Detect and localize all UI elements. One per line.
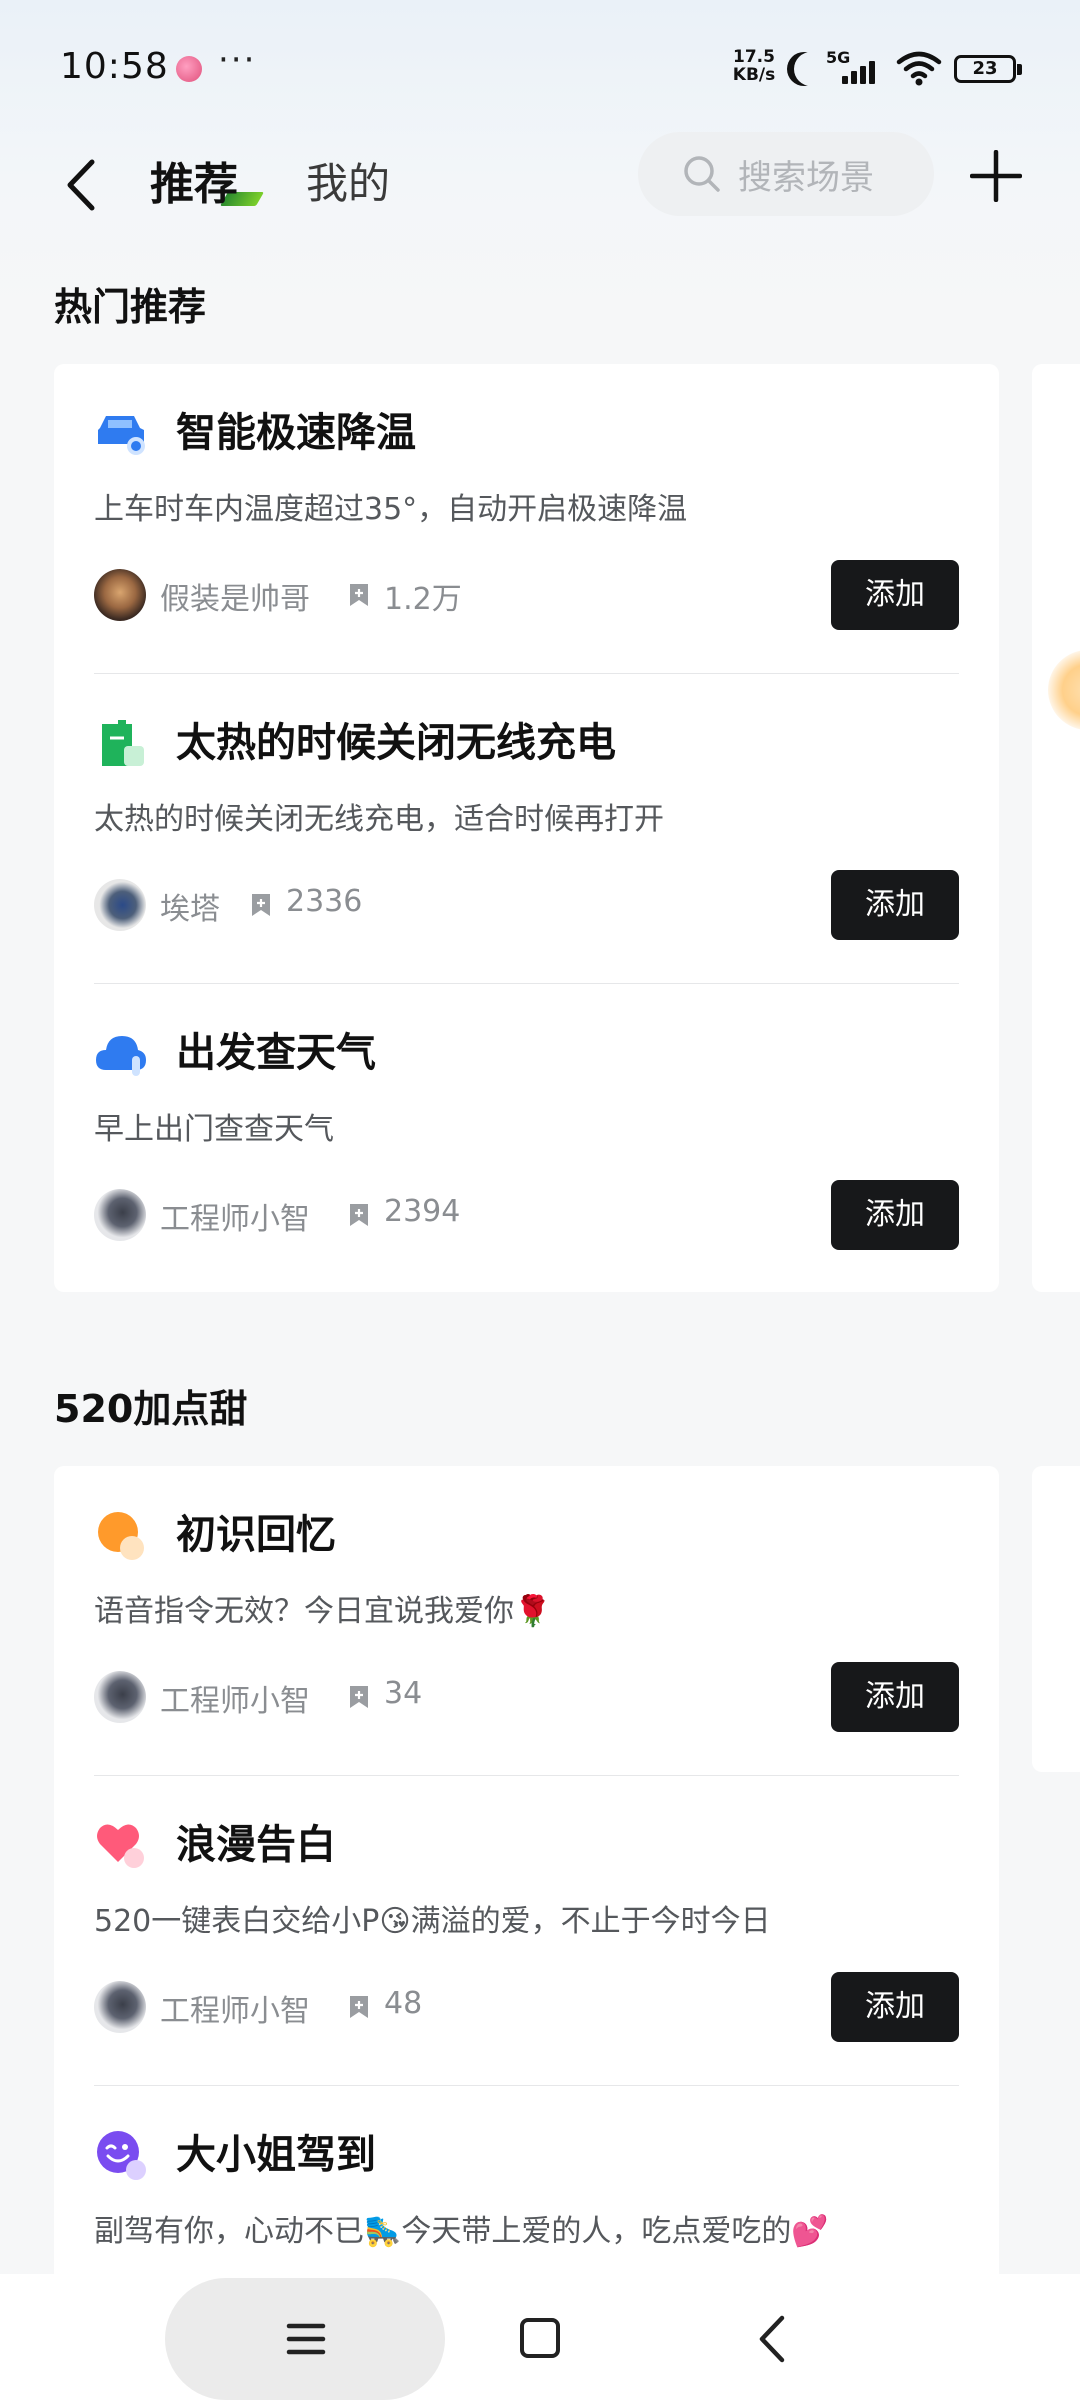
item-title: 大小姐驾到 bbox=[176, 2132, 376, 2178]
add-button[interactable]: 添加 bbox=[831, 1972, 959, 2042]
item-description: 语音指令无效？今日宜说我爱你🌹 bbox=[94, 1594, 552, 1629]
wifi-icon bbox=[896, 51, 942, 86]
item-title: 智能极速降温 bbox=[176, 410, 416, 456]
list-item[interactable]: 智能极速降温 上车时车内温度超过35°，自动开启极速降温 假装是帅哥 1.2万 … bbox=[94, 364, 959, 674]
system-back-icon[interactable] bbox=[756, 2314, 788, 2364]
item-title: 浪漫告白 bbox=[176, 1822, 336, 1868]
item-title: 初识回忆 bbox=[176, 1512, 336, 1558]
avatar bbox=[94, 879, 146, 931]
bookmark-icon bbox=[350, 1996, 368, 2018]
back-icon[interactable] bbox=[60, 156, 104, 214]
author-name: 工程师小智 bbox=[160, 1994, 310, 2029]
scene-card: 智能极速降温 上车时车内温度超过35°，自动开启极速降温 假装是帅哥 1.2万 … bbox=[54, 364, 999, 1292]
top-nav: 推荐 我的 搜索场景 bbox=[0, 130, 1080, 240]
author-name: 工程师小智 bbox=[160, 1202, 310, 1237]
screen: 10:58 ··· 17.5 KB/s 5G 23 推荐 我的 搜索场景 热门推… bbox=[0, 0, 1080, 2400]
section-title: 520加点甜 bbox=[54, 1387, 248, 1431]
wink-face-icon bbox=[97, 2131, 146, 2180]
bookmark-icon bbox=[350, 1686, 368, 1708]
list-item[interactable]: 初识回忆 语音指令无效？今日宜说我爱你🌹 工程师小智 34 添加 bbox=[94, 1466, 959, 1776]
item-title: 出发查天气 bbox=[176, 1030, 376, 1076]
more-notifications-icon: ··· bbox=[218, 40, 257, 80]
battery-icon: 23 bbox=[954, 55, 1022, 83]
author-name: 假装是帅哥 bbox=[160, 582, 310, 617]
item-description: 早上出门查查天气 bbox=[94, 1112, 334, 1147]
item-title: 太热的时候关闭无线充电 bbox=[176, 720, 616, 766]
tab-recommend[interactable]: 推荐 bbox=[150, 148, 238, 212]
charger-icon bbox=[102, 720, 144, 766]
next-card-peek[interactable] bbox=[1032, 364, 1080, 1292]
avatar bbox=[94, 1671, 146, 1723]
system-nav-bar bbox=[0, 2274, 1080, 2400]
list-item[interactable]: 浪漫告白 520一键表白交给小P😘满溢的爱，不止于今时今日 工程师小智 48 添… bbox=[94, 1776, 959, 2086]
bookmark-icon bbox=[252, 894, 270, 916]
save-count: 1.2万 bbox=[384, 582, 462, 617]
save-count: 2394 bbox=[384, 1194, 461, 1229]
network-speed-unit: KB/s bbox=[732, 65, 776, 85]
scene-card: 初识回忆 语音指令无效？今日宜说我爱你🌹 工程师小智 34 添加 浪漫告白 52… bbox=[54, 1466, 999, 2366]
save-count: 48 bbox=[384, 1986, 423, 2021]
section-title: 热门推荐 bbox=[54, 285, 207, 329]
save-count: 2336 bbox=[286, 884, 363, 919]
item-description: 太热的时候关闭无线充电，适合时候再打开 bbox=[94, 802, 664, 837]
car-icon bbox=[98, 416, 145, 455]
menu-icon[interactable] bbox=[286, 2322, 326, 2356]
avatar bbox=[94, 1189, 146, 1241]
add-button[interactable]: 添加 bbox=[831, 560, 959, 630]
bookmark-icon bbox=[350, 584, 368, 606]
search-input[interactable]: 搜索场景 bbox=[638, 132, 934, 216]
home-icon[interactable] bbox=[520, 2318, 560, 2358]
add-button[interactable]: 添加 bbox=[831, 1662, 959, 1732]
add-icon[interactable] bbox=[970, 150, 1022, 202]
list-item[interactable]: 出发查天气 早上出门查查天气 工程师小智 2394 添加 bbox=[94, 984, 959, 1294]
next-card-peek[interactable] bbox=[1032, 1466, 1080, 1772]
avatar bbox=[94, 569, 146, 621]
add-button[interactable]: 添加 bbox=[831, 870, 959, 940]
notification-app-icon bbox=[176, 56, 202, 82]
sun-icon bbox=[98, 1512, 144, 1560]
item-description: 副驾有你，心动不已🛼今天带上爱的人，吃点爱吃的💕 bbox=[94, 2214, 829, 2249]
heart-icon bbox=[97, 1824, 144, 1868]
network-speed: 17.5 KB/s bbox=[728, 48, 780, 84]
item-description: 520一键表白交给小P😘满溢的爱，不止于今时今日 bbox=[94, 1904, 771, 1939]
cellular-signal-icon: 5G bbox=[826, 48, 886, 88]
avatar bbox=[94, 1981, 146, 2033]
status-bar: 10:58 ··· 17.5 KB/s 5G 23 bbox=[0, 0, 1080, 135]
author-name: 埃塔 bbox=[160, 892, 220, 927]
bookmark-icon bbox=[350, 1204, 368, 1226]
cloud-icon bbox=[96, 1036, 146, 1076]
save-count: 34 bbox=[384, 1676, 423, 1711]
status-time: 10:58 bbox=[60, 46, 169, 87]
network-speed-value: 17.5 bbox=[733, 47, 775, 67]
add-button[interactable]: 添加 bbox=[831, 1180, 959, 1250]
search-placeholder: 搜索场景 bbox=[738, 157, 874, 198]
list-item[interactable]: 太热的时候关闭无线充电 太热的时候关闭无线充电，适合时候再打开 埃塔 2336 … bbox=[94, 674, 959, 984]
search-icon bbox=[684, 156, 720, 192]
author-name: 工程师小智 bbox=[160, 1684, 310, 1719]
do-not-disturb-icon bbox=[794, 52, 828, 86]
item-description: 上车时车内温度超过35°，自动开启极速降温 bbox=[94, 492, 688, 527]
tab-mine[interactable]: 我的 bbox=[306, 150, 390, 211]
